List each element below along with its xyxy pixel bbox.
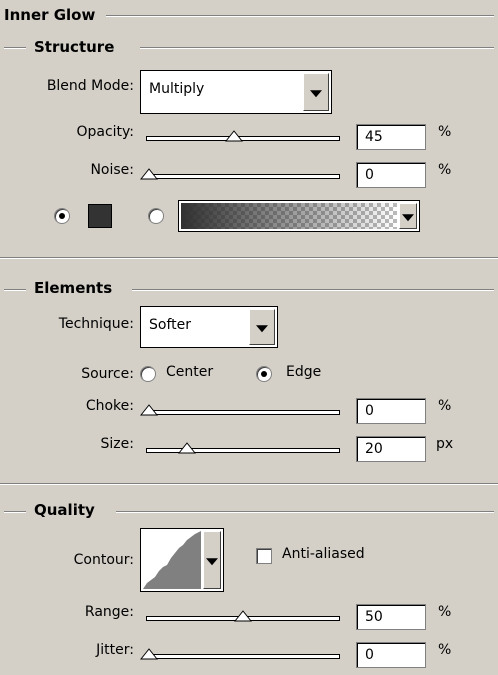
opacity-unit: % — [438, 124, 452, 140]
choke-input-value: 0 — [365, 403, 374, 419]
source-edge-label: Edge — [286, 364, 322, 380]
noise-input[interactable]: 0 — [356, 162, 426, 188]
blend-mode-value: Multiply — [149, 81, 205, 97]
opacity-slider[interactable] — [146, 130, 340, 142]
choke-slider[interactable] — [140, 404, 340, 416]
structure-section-title: Structure — [34, 38, 115, 56]
range-slider[interactable] — [146, 610, 340, 622]
quality-divider-left — [4, 511, 26, 513]
range-unit: % — [438, 604, 452, 620]
size-input[interactable]: 20 — [356, 436, 426, 462]
structure-divider-left — [4, 47, 26, 49]
contour-curve-icon — [143, 531, 201, 589]
size-slider[interactable] — [146, 442, 340, 454]
anti-aliased-label: Anti-aliased — [282, 546, 365, 562]
chevron-down-icon[interactable] — [249, 309, 275, 345]
chevron-down-icon[interactable] — [399, 203, 417, 229]
jitter-input[interactable]: 0 — [356, 642, 426, 668]
contour-picker[interactable] — [140, 528, 224, 592]
size-unit: px — [436, 436, 454, 452]
jitter-unit: % — [438, 642, 452, 658]
choke-input[interactable]: 0 — [356, 398, 426, 424]
source-center-label: Center — [166, 364, 214, 380]
size-label: Size: — [100, 436, 134, 452]
blend-mode-label: Blend Mode: — [46, 78, 134, 94]
gradient-radio[interactable] — [148, 208, 164, 224]
jitter-slider[interactable] — [140, 648, 340, 660]
noise-input-value: 0 — [365, 167, 374, 183]
title-divider — [106, 15, 494, 17]
noise-label: Noise: — [90, 162, 134, 178]
size-input-value: 20 — [365, 441, 383, 457]
contour-label: Contour: — [73, 552, 134, 568]
opacity-label: Opacity: — [76, 124, 134, 140]
technique-dropdown[interactable]: Softer — [140, 306, 278, 348]
section-separator — [0, 483, 498, 485]
quality-divider-right — [116, 511, 494, 513]
structure-divider-right — [140, 47, 494, 49]
opacity-input[interactable]: 45 — [356, 124, 426, 150]
chevron-down-icon[interactable] — [303, 73, 329, 111]
gradient-picker[interactable] — [178, 200, 420, 232]
quality-section-title: Quality — [34, 501, 95, 519]
opacity-input-value: 45 — [365, 129, 383, 145]
section-separator — [0, 257, 498, 259]
chevron-down-icon[interactable] — [203, 531, 221, 589]
range-input[interactable]: 50 — [356, 604, 426, 630]
jitter-label: Jitter: — [96, 642, 134, 658]
blend-mode-dropdown[interactable]: Multiply — [140, 70, 332, 114]
technique-value: Softer — [149, 317, 191, 333]
color-swatch[interactable] — [88, 204, 112, 228]
elements-divider-right — [132, 289, 494, 291]
choke-label: Choke: — [85, 398, 134, 414]
gradient-preview — [181, 203, 397, 229]
solid-color-radio[interactable] — [54, 208, 70, 224]
panel-title: Inner Glow — [4, 6, 96, 24]
technique-label: Technique: — [58, 316, 134, 332]
source-center-radio[interactable] — [140, 366, 156, 382]
noise-unit: % — [438, 162, 452, 178]
elements-divider-left — [4, 289, 26, 291]
elements-section-title: Elements — [34, 279, 113, 297]
jitter-input-value: 0 — [365, 647, 374, 663]
source-label: Source: — [81, 366, 134, 382]
choke-unit: % — [438, 398, 452, 414]
source-edge-radio[interactable] — [256, 366, 272, 382]
anti-aliased-checkbox[interactable] — [256, 548, 272, 564]
noise-slider[interactable] — [140, 168, 340, 180]
range-input-value: 50 — [365, 609, 383, 625]
range-label: Range: — [84, 604, 134, 620]
